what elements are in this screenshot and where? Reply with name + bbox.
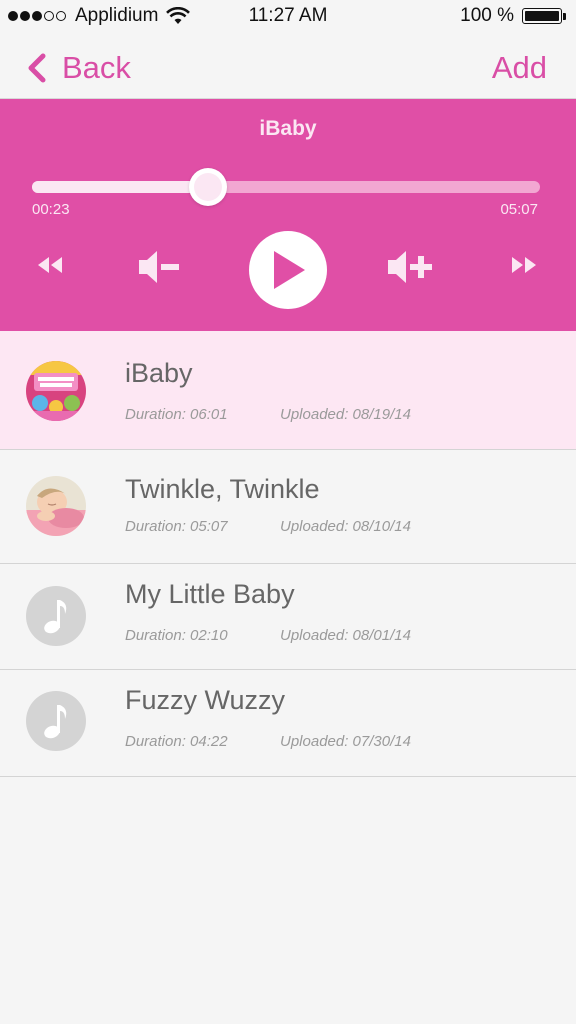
navigation-bar: Back Add bbox=[0, 34, 576, 99]
status-right: 100 % bbox=[460, 5, 566, 27]
progress-fill bbox=[32, 181, 208, 193]
track-list: iBaby Duration: 06:01 Uploaded: 08/19/14… bbox=[0, 331, 576, 777]
battery-percentage: 100 % bbox=[460, 5, 514, 26]
music-note-icon bbox=[26, 691, 86, 751]
add-button[interactable]: Add bbox=[492, 50, 547, 86]
rewind-icon bbox=[38, 257, 62, 273]
volume-down-button[interactable] bbox=[136, 247, 182, 287]
back-button[interactable]: Back bbox=[26, 50, 131, 86]
track-duration: Duration: 05:07 bbox=[125, 518, 228, 535]
track-upload-date: Uploaded: 07/30/14 bbox=[280, 733, 411, 750]
elapsed-time: 00:23 bbox=[32, 201, 70, 218]
track-title: My Little Baby bbox=[125, 579, 295, 609]
volume-down-icon bbox=[139, 251, 179, 283]
track-title: Fuzzy Wuzzy bbox=[125, 685, 286, 715]
back-label: Back bbox=[62, 50, 131, 85]
status-bar: Applidium 11:27 AM 100 % bbox=[0, 0, 576, 34]
play-icon bbox=[274, 251, 305, 289]
track-title: iBaby bbox=[125, 358, 193, 388]
track-upload-date: Uploaded: 08/01/14 bbox=[280, 627, 411, 644]
track-row[interactable]: Twinkle, Twinkle Duration: 05:07 Uploade… bbox=[0, 450, 576, 564]
track-duration: Duration: 04:22 bbox=[125, 733, 228, 750]
track-upload-date: Uploaded: 08/19/14 bbox=[280, 406, 411, 423]
music-note-icon bbox=[26, 586, 86, 646]
volume-up-button[interactable] bbox=[386, 247, 434, 287]
now-playing-title: iBaby bbox=[259, 117, 317, 140]
progress-slider[interactable] bbox=[32, 168, 540, 206]
track-duration: Duration: 02:10 bbox=[125, 627, 228, 644]
baby-songs-album-art bbox=[26, 361, 86, 421]
battery-icon bbox=[522, 8, 562, 24]
total-time: 05:07 bbox=[500, 201, 538, 218]
play-button[interactable] bbox=[249, 231, 327, 309]
sleeping-baby-photo bbox=[26, 476, 86, 536]
volume-up-icon bbox=[388, 251, 432, 283]
track-upload-date: Uploaded: 08/10/14 bbox=[280, 518, 411, 535]
track-row[interactable]: Fuzzy Wuzzy Duration: 04:22 Uploaded: 07… bbox=[0, 670, 576, 777]
fast-forward-icon bbox=[512, 257, 536, 273]
track-row[interactable]: My Little Baby Duration: 02:10 Uploaded:… bbox=[0, 564, 576, 670]
now-playing-panel: iBaby 00:23 05:07 bbox=[0, 99, 576, 331]
chevron-left-icon bbox=[28, 53, 46, 83]
rewind-button[interactable] bbox=[34, 253, 66, 277]
battery-tip bbox=[563, 12, 566, 20]
track-row[interactable]: iBaby Duration: 06:01 Uploaded: 08/19/14 bbox=[0, 331, 576, 450]
progress-thumb[interactable] bbox=[188, 168, 227, 206]
fast-forward-button[interactable] bbox=[508, 253, 540, 277]
track-duration: Duration: 06:01 bbox=[125, 406, 228, 423]
track-title: Twinkle, Twinkle bbox=[125, 474, 320, 504]
